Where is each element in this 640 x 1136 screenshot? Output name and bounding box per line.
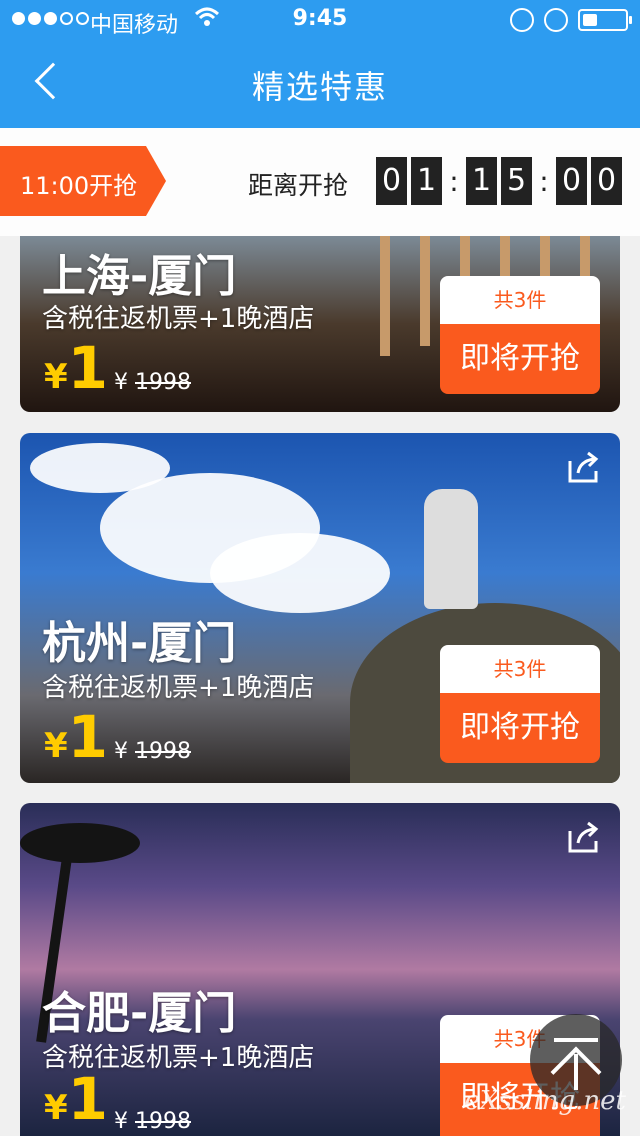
battery-icon (578, 9, 632, 31)
original-currency: ¥ (114, 739, 128, 764)
share-icon[interactable] (564, 447, 604, 487)
deal-price: ¥1 (44, 703, 108, 771)
cloud (30, 443, 170, 493)
countdown-digit: 0 (376, 157, 407, 205)
watermark: eXssling.net (464, 1086, 626, 1116)
deal-card[interactable]: 杭州-厦门 含税往返机票+1晚酒店 ¥1 ¥ 1998 共3件 即将开抢 (20, 433, 620, 783)
deal-description: 含税往返机票+1晚酒店 (42, 304, 315, 334)
pier-rail (420, 236, 430, 346)
deal-price: ¥1 (44, 334, 108, 402)
deal-price: ¥1 (44, 1065, 108, 1133)
arrow-stem (574, 1054, 578, 1090)
start-time-label: 11:00开抢 (20, 172, 138, 200)
countdown-separator: : (449, 164, 459, 198)
quantity-badge: 共3件 (440, 645, 600, 693)
start-time-tag: 11:00开抢 (0, 146, 166, 216)
pier-rail (380, 236, 390, 356)
original-price: ¥ 1998 (114, 370, 191, 395)
statue (424, 489, 478, 609)
buy-button[interactable]: 即将开抢 (440, 693, 600, 763)
original-price: ¥ 1998 (114, 739, 191, 764)
cloud (210, 533, 390, 613)
alarm-icon (544, 8, 568, 32)
top-bar (554, 1038, 598, 1042)
share-icon[interactable] (564, 817, 604, 857)
original-amount: 1998 (135, 739, 191, 764)
quantity-badge: 共3件 (440, 276, 600, 324)
original-amount: 1998 (135, 1109, 191, 1134)
rotation-lock-icon (510, 8, 534, 32)
status-bar: 中国移动 9:45 (0, 0, 640, 40)
app-header: 中国移动 9:45 精选特惠 (0, 0, 640, 128)
currency-symbol: ¥ (44, 357, 68, 397)
deal-route: 杭州-厦门 (42, 618, 237, 669)
original-price: ¥ 1998 (114, 1109, 191, 1134)
buy-button[interactable]: 即将开抢 (440, 324, 600, 394)
palm-leaves (20, 823, 140, 863)
deal-description: 含税往返机票+1晚酒店 (42, 673, 315, 703)
battery-level (583, 14, 597, 26)
original-currency: ¥ (114, 370, 128, 395)
currency-symbol: ¥ (44, 726, 68, 766)
currency-symbol: ¥ (44, 1088, 68, 1128)
deal-route: 合肥-厦门 (42, 988, 237, 1039)
countdown-digit: 1 (466, 157, 497, 205)
countdown-digit: 0 (591, 157, 622, 205)
status-icons (510, 8, 632, 32)
countdown-timer: 0 1 : 1 5 : 0 0 (376, 157, 626, 205)
countdown-label: 距离开抢 (248, 171, 349, 200)
countdown-digit: 5 (501, 157, 532, 205)
original-currency: ¥ (114, 1109, 128, 1134)
countdown-digit: 1 (411, 157, 442, 205)
original-amount: 1998 (135, 370, 191, 395)
price-amount: 1 (67, 334, 109, 402)
price-amount: 1 (67, 1065, 109, 1133)
price-amount: 1 (67, 703, 109, 771)
countdown-separator: : (539, 164, 549, 198)
deal-card[interactable]: 上海-厦门 含税往返机票+1晚酒店 ¥1 ¥ 1998 共3件 即将开抢 (20, 236, 620, 412)
page-title: 精选特惠 (251, 68, 388, 106)
countdown-digit: 0 (556, 157, 587, 205)
deal-route: 上海-厦门 (42, 251, 237, 302)
